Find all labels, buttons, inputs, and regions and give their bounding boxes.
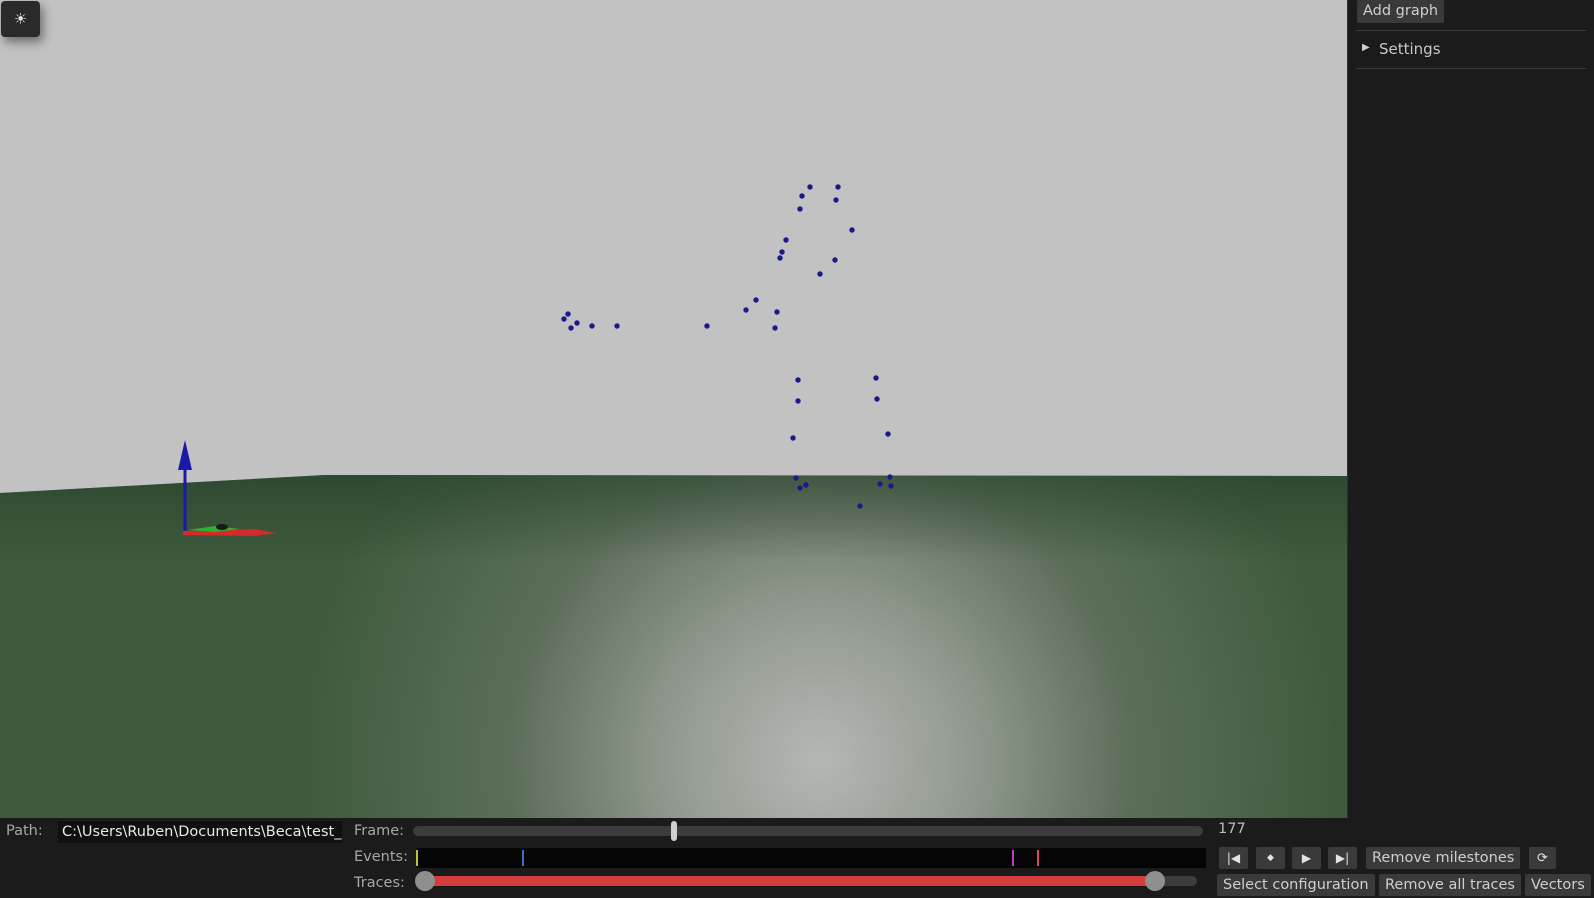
skip-back-icon: |◀ [1226, 851, 1241, 865]
3d-scene[interactable] [0, 0, 1347, 818]
marker-point[interactable] [885, 431, 891, 437]
marker-point[interactable] [887, 474, 893, 480]
marker-point[interactable] [753, 297, 759, 303]
events-label: Events: [354, 849, 408, 865]
marker-point[interactable] [772, 325, 778, 331]
marker-point[interactable] [797, 485, 803, 491]
refresh-button[interactable]: ⟳ [1529, 847, 1556, 869]
marker-point[interactable] [704, 323, 710, 329]
traces-label: Traces: [354, 875, 405, 891]
marker-point[interactable] [797, 206, 803, 212]
marker-point[interactable] [568, 325, 574, 331]
sun-icon: ☀ [13, 10, 28, 28]
vectors-button[interactable]: Vectors [1525, 874, 1591, 896]
theme-toggle-button[interactable]: ☀ [1, 1, 40, 37]
marker-point[interactable] [574, 320, 580, 326]
event-marker[interactable] [521, 850, 524, 866]
add-graph-button[interactable]: Add graph [1357, 0, 1445, 23]
marker-point[interactable] [817, 271, 823, 277]
marker-point[interactable] [888, 483, 894, 489]
settings-label: Settings [1379, 40, 1441, 58]
traces-range-fill [425, 876, 1155, 886]
play-button[interactable]: ▶ [1292, 847, 1321, 869]
path-label: Path: [6, 823, 43, 839]
path-input[interactable]: C:\Users\Ruben\Documents\Beca\test_ [58, 821, 342, 843]
marker-point[interactable] [777, 255, 783, 261]
traces-range-slider[interactable] [415, 871, 1197, 891]
frame-value: 177 [1218, 821, 1246, 837]
expand-triangle-icon: ▶ [1362, 42, 1370, 53]
add-milestone-button[interactable]: ◆ [1256, 847, 1285, 869]
marker-point[interactable] [874, 396, 880, 402]
select-configuration-button[interactable]: Select configuration [1217, 874, 1375, 896]
skip-to-start-button[interactable]: |◀ [1219, 847, 1248, 869]
settings-collapsible[interactable]: ▶ Settings [1356, 38, 1586, 62]
marker-point[interactable] [832, 257, 838, 263]
divider [1356, 68, 1586, 69]
marker-point[interactable] [799, 193, 805, 199]
marker-point[interactable] [779, 249, 785, 255]
marker-point[interactable] [803, 482, 809, 488]
frame-label: Frame: [354, 823, 405, 839]
marker-point[interactable] [877, 481, 883, 487]
remove-all-traces-button[interactable]: Remove all traces [1379, 874, 1521, 896]
3d-viewport[interactable]: ☀ [0, 0, 1347, 818]
marker-point[interactable] [795, 398, 801, 404]
skip-forward-icon: ▶| [1335, 851, 1350, 865]
traces-end-handle[interactable] [1144, 871, 1165, 891]
axis-origin [216, 524, 228, 530]
marker-point[interactable] [790, 435, 796, 441]
divider [1356, 30, 1586, 31]
marker-point[interactable] [849, 227, 855, 233]
marker-point[interactable] [774, 309, 780, 315]
play-icon: ▶ [1301, 851, 1312, 865]
event-marker[interactable] [416, 850, 418, 866]
marker-point[interactable] [857, 503, 863, 509]
traces-start-handle[interactable] [415, 871, 435, 891]
marker-point[interactable] [793, 475, 799, 481]
bottom-control-bar: Path: C:\Users\Ruben\Documents\Beca\test… [0, 818, 1594, 898]
marker-point[interactable] [807, 184, 813, 190]
marker-point[interactable] [561, 316, 567, 322]
frame-slider[interactable] [413, 821, 1203, 841]
marker-point[interactable] [743, 307, 749, 313]
marker-point[interactable] [833, 197, 839, 203]
marker-point[interactable] [873, 375, 879, 381]
horizon-shade [0, 475, 1347, 560]
frame-slider-handle[interactable] [670, 821, 677, 841]
marker-point[interactable] [783, 237, 789, 243]
side-panel: Add graph ▶ Settings [1347, 0, 1594, 818]
marker-point[interactable] [614, 323, 620, 329]
event-marker[interactable] [1012, 850, 1015, 866]
marker-points [561, 184, 894, 509]
marker-point[interactable] [795, 377, 801, 383]
events-timeline[interactable] [416, 848, 1206, 868]
skip-to-end-button[interactable]: ▶| [1328, 847, 1357, 869]
axis-z-arrow [178, 440, 192, 470]
remove-milestones-button[interactable]: Remove milestones [1366, 847, 1521, 869]
event-marker[interactable] [1036, 850, 1039, 866]
refresh-icon: ⟳ [1537, 850, 1548, 866]
marker-point[interactable] [565, 311, 571, 317]
marker-point[interactable] [835, 184, 841, 190]
marker-point[interactable] [589, 323, 595, 329]
milestone-icon: ◆ [1267, 853, 1274, 863]
